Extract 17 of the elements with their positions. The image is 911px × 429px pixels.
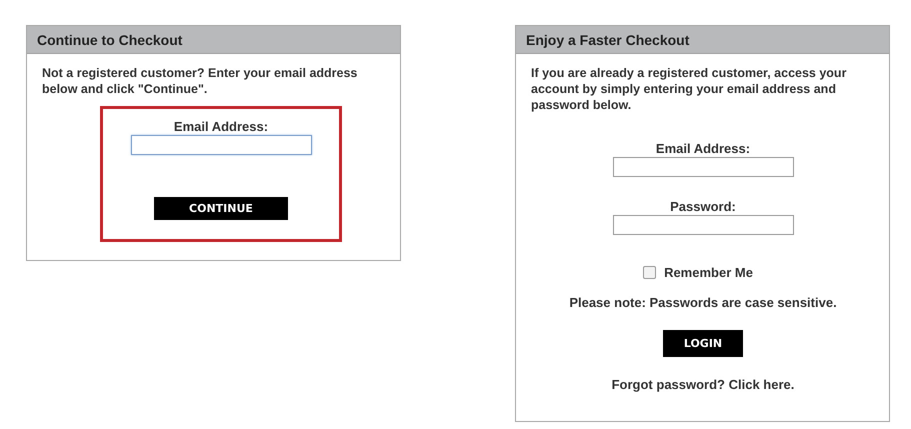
click-here-link[interactable]: Click here. <box>728 377 794 392</box>
email-field[interactable] <box>612 157 794 177</box>
intro-text: If you are already a registered customer, access your account by simply entering your email address and password below. <box>531 65 848 113</box>
email-field[interactable] <box>130 135 312 155</box>
password-field[interactable] <box>612 215 794 235</box>
checkbox[interactable] <box>643 266 656 279</box>
checkbox-label: Remember Me <box>664 265 753 280</box>
note-text: Please note: Passwords are case sensitive. <box>569 295 837 310</box>
forgot-text: Forgot password? <box>612 377 725 392</box>
panel-title: Continue to Checkout <box>27 26 400 54</box>
panel-title: Enjoy a Faster Checkout <box>516 26 889 54</box>
continue-button[interactable]: CONTINUE <box>154 197 288 220</box>
field-label: Password: <box>670 199 736 215</box>
intro-text: Not a registered customer? Enter your email address below and click "Continue". <box>42 65 358 97</box>
field-label: Email Address: <box>656 141 750 157</box>
login-button[interactable]: LOGIN <box>663 330 743 357</box>
field-label: Email Address: <box>174 119 268 135</box>
